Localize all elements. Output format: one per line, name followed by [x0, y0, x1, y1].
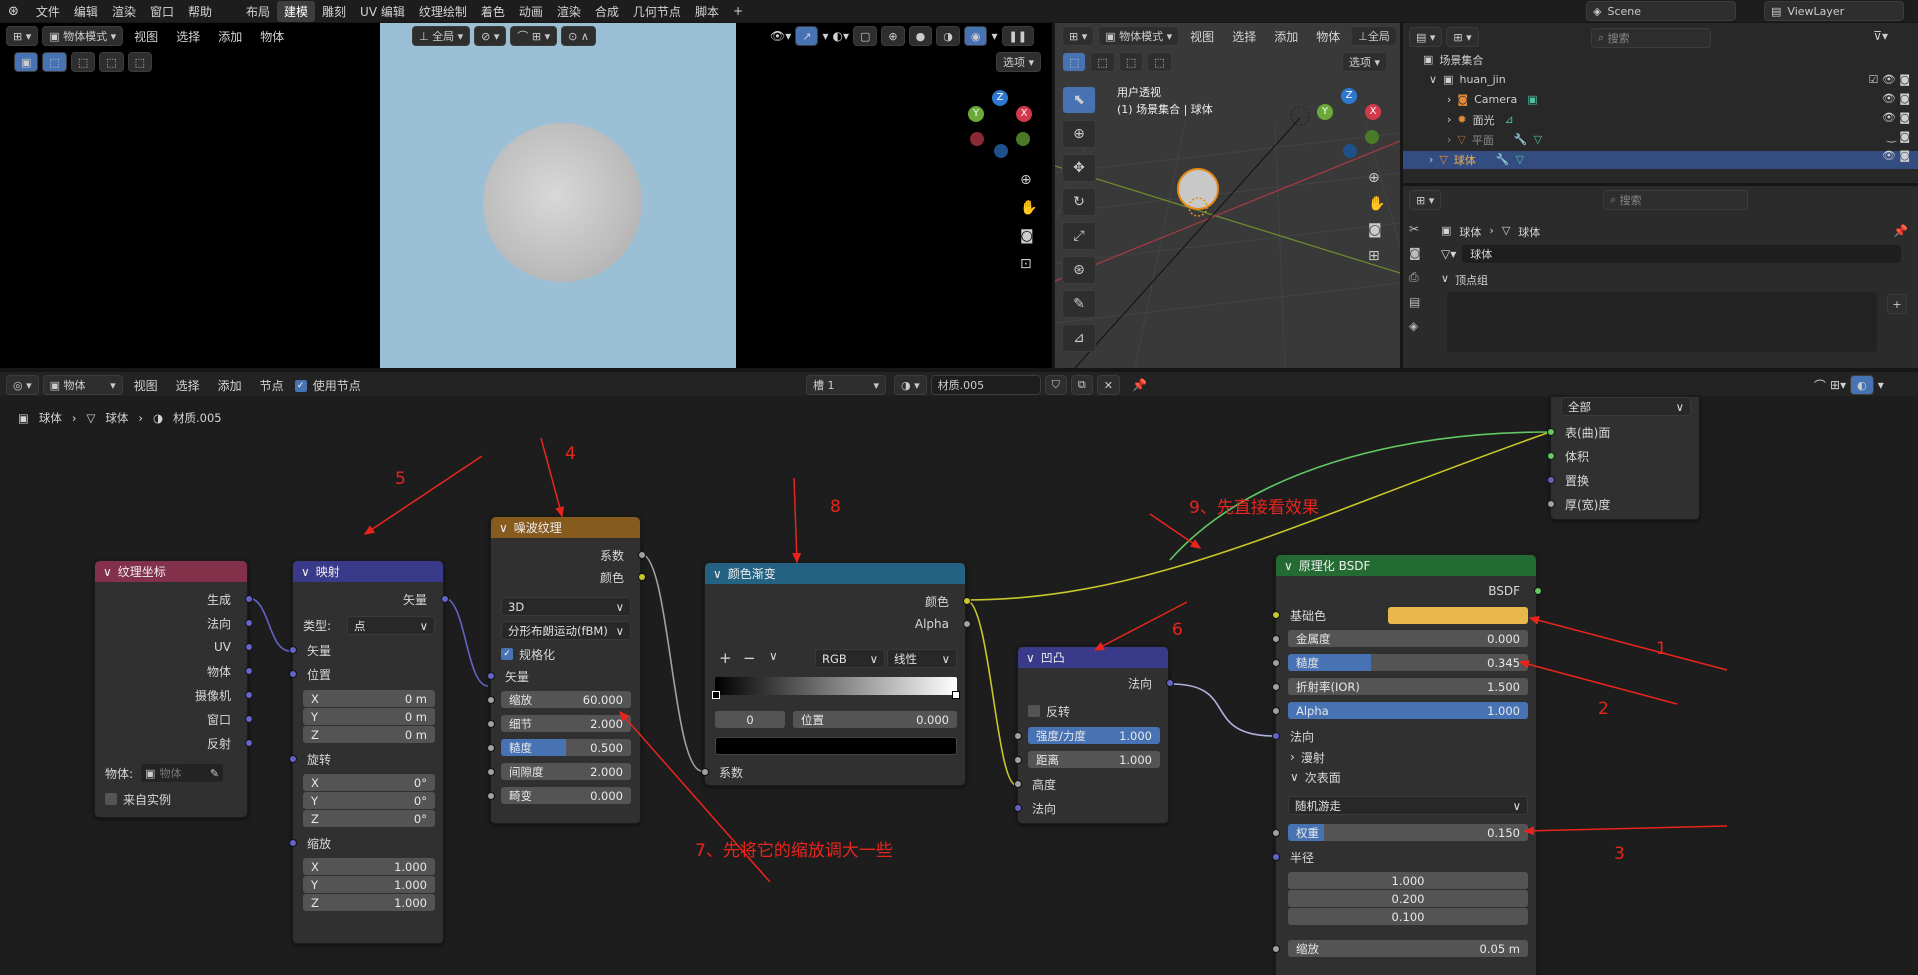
- annotation-2: 2: [1598, 699, 1609, 719]
- annotation-3: 3: [1614, 844, 1625, 864]
- annotation-arrows: [363, 437, 1728, 883]
- annotation-1: 1: [1656, 639, 1667, 659]
- annotation-6: 6: [1172, 620, 1183, 640]
- annotation-8: 8: [830, 497, 841, 517]
- annotation-4: 4: [565, 444, 576, 464]
- annotation-7: 7、先将它的缩放调大一些: [695, 841, 893, 861]
- annotation-9: 9、先直接看效果: [1189, 498, 1319, 518]
- annotation-5: 5: [395, 469, 406, 489]
